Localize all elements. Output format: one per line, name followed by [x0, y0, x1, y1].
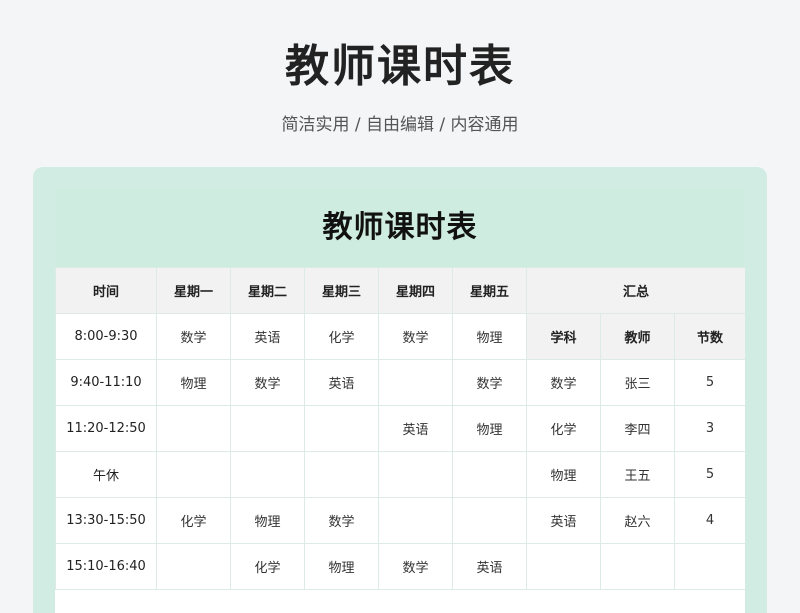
course-cell[interactable]	[304, 451, 379, 498]
course-cell[interactable]: 化学	[230, 543, 305, 590]
course-cell[interactable]: 数学	[304, 497, 379, 544]
course-cell[interactable]: 数学	[378, 543, 453, 590]
course-cell[interactable]	[230, 405, 305, 452]
course-cell[interactable]	[156, 405, 231, 452]
course-cell[interactable]	[378, 359, 453, 406]
summary-teacher-cell[interactable]: 李四	[600, 405, 675, 452]
course-cell[interactable]: 物理	[230, 497, 305, 544]
time-cell[interactable]: 11:20-12:50	[55, 405, 157, 452]
sheet-title: 教师课时表	[55, 189, 745, 267]
course-cell[interactable]: 数学	[156, 313, 231, 360]
course-cell[interactable]: 英语	[452, 543, 527, 590]
schedule-sheet: 教师课时表 时间 星期一 星期二 星期三 星期四 星期五 汇总 8:00-9:3…	[55, 189, 745, 613]
course-cell[interactable]	[452, 451, 527, 498]
table-row: 15:10-16:40 化学 物理 数学 英语	[55, 543, 745, 590]
time-cell[interactable]: 午休	[55, 451, 157, 498]
summary-count-cell[interactable]	[673, 543, 745, 590]
time-cell[interactable]: 9:40-11:10	[55, 359, 157, 406]
course-cell[interactable]: 数学	[378, 313, 453, 360]
course-cell[interactable]	[304, 405, 379, 452]
header-cell-summary: 汇总	[525, 267, 745, 314]
time-cell[interactable]: 8:00-9:30	[55, 313, 157, 360]
course-cell[interactable]	[156, 543, 231, 590]
course-cell[interactable]	[378, 497, 453, 544]
summary-subject-cell[interactable]: 化学	[526, 405, 601, 452]
course-cell[interactable]: 物理	[156, 359, 231, 406]
course-cell[interactable]	[230, 451, 305, 498]
table-header-row: 时间 星期一 星期二 星期三 星期四 星期五 汇总	[55, 267, 745, 314]
schedule-table: 时间 星期一 星期二 星期三 星期四 星期五 汇总 8:00-9:30 数学 英…	[55, 267, 745, 590]
course-cell[interactable]	[378, 451, 453, 498]
course-cell[interactable]: 物理	[304, 543, 379, 590]
course-cell[interactable]	[156, 451, 231, 498]
course-cell[interactable]: 数学	[230, 359, 305, 406]
summary-teacher-cell[interactable]: 赵六	[600, 497, 675, 544]
time-cell[interactable]: 15:10-16:40	[55, 543, 157, 590]
page-subtitle: 简洁实用 / 自由编辑 / 内容通用	[281, 115, 519, 135]
course-cell[interactable]: 化学	[304, 313, 379, 360]
table-row: 9:40-11:10 物理 数学 英语 数学 数学 张三 5	[55, 359, 745, 406]
summary-count-cell[interactable]: 5	[673, 359, 745, 406]
summary-teacher-cell[interactable]: 王五	[600, 451, 675, 498]
header-cell-friday: 星期五	[452, 267, 527, 314]
page-title: 教师课时表	[285, 41, 515, 92]
table-row: 13:30-15:50 化学 物理 数学 英语 赵六 4	[55, 497, 745, 544]
table-row: 8:00-9:30 数学 英语 化学 数学 物理 学科 教师 节数	[55, 313, 745, 360]
summary-subject-cell[interactable]: 物理	[526, 451, 601, 498]
summary-header-count: 节数	[673, 313, 745, 360]
summary-count-cell[interactable]: 3	[673, 405, 745, 452]
course-cell[interactable]: 物理	[452, 405, 527, 452]
course-cell[interactable]	[452, 497, 527, 544]
summary-subject-cell[interactable]: 数学	[526, 359, 601, 406]
header-cell-time: 时间	[55, 267, 157, 314]
schedule-card: 教师课时表 时间 星期一 星期二 星期三 星期四 星期五 汇总 8:00-9:3…	[33, 167, 767, 613]
time-cell[interactable]: 13:30-15:50	[55, 497, 157, 544]
summary-count-cell[interactable]: 5	[673, 451, 745, 498]
course-cell[interactable]: 化学	[156, 497, 231, 544]
summary-subject-cell[interactable]: 英语	[526, 497, 601, 544]
table-row: 午休 物理 王五 5	[55, 451, 745, 498]
course-cell[interactable]: 英语	[304, 359, 379, 406]
course-cell[interactable]: 物理	[452, 313, 527, 360]
header-cell-monday: 星期一	[156, 267, 231, 314]
summary-teacher-cell[interactable]	[600, 543, 675, 590]
summary-count-cell[interactable]: 4	[673, 497, 745, 544]
header-cell-thursday: 星期四	[378, 267, 453, 314]
summary-teacher-cell[interactable]: 张三	[600, 359, 675, 406]
course-cell[interactable]: 英语	[230, 313, 305, 360]
table-row: 11:20-12:50 英语 物理 化学 李四 3	[55, 405, 745, 452]
summary-header-teacher: 教师	[600, 313, 675, 360]
summary-subject-cell[interactable]	[526, 543, 601, 590]
header-cell-tuesday: 星期二	[230, 267, 305, 314]
summary-header-subject: 学科	[526, 313, 601, 360]
header-cell-wednesday: 星期三	[304, 267, 379, 314]
course-cell[interactable]: 数学	[452, 359, 527, 406]
course-cell[interactable]: 英语	[378, 405, 453, 452]
